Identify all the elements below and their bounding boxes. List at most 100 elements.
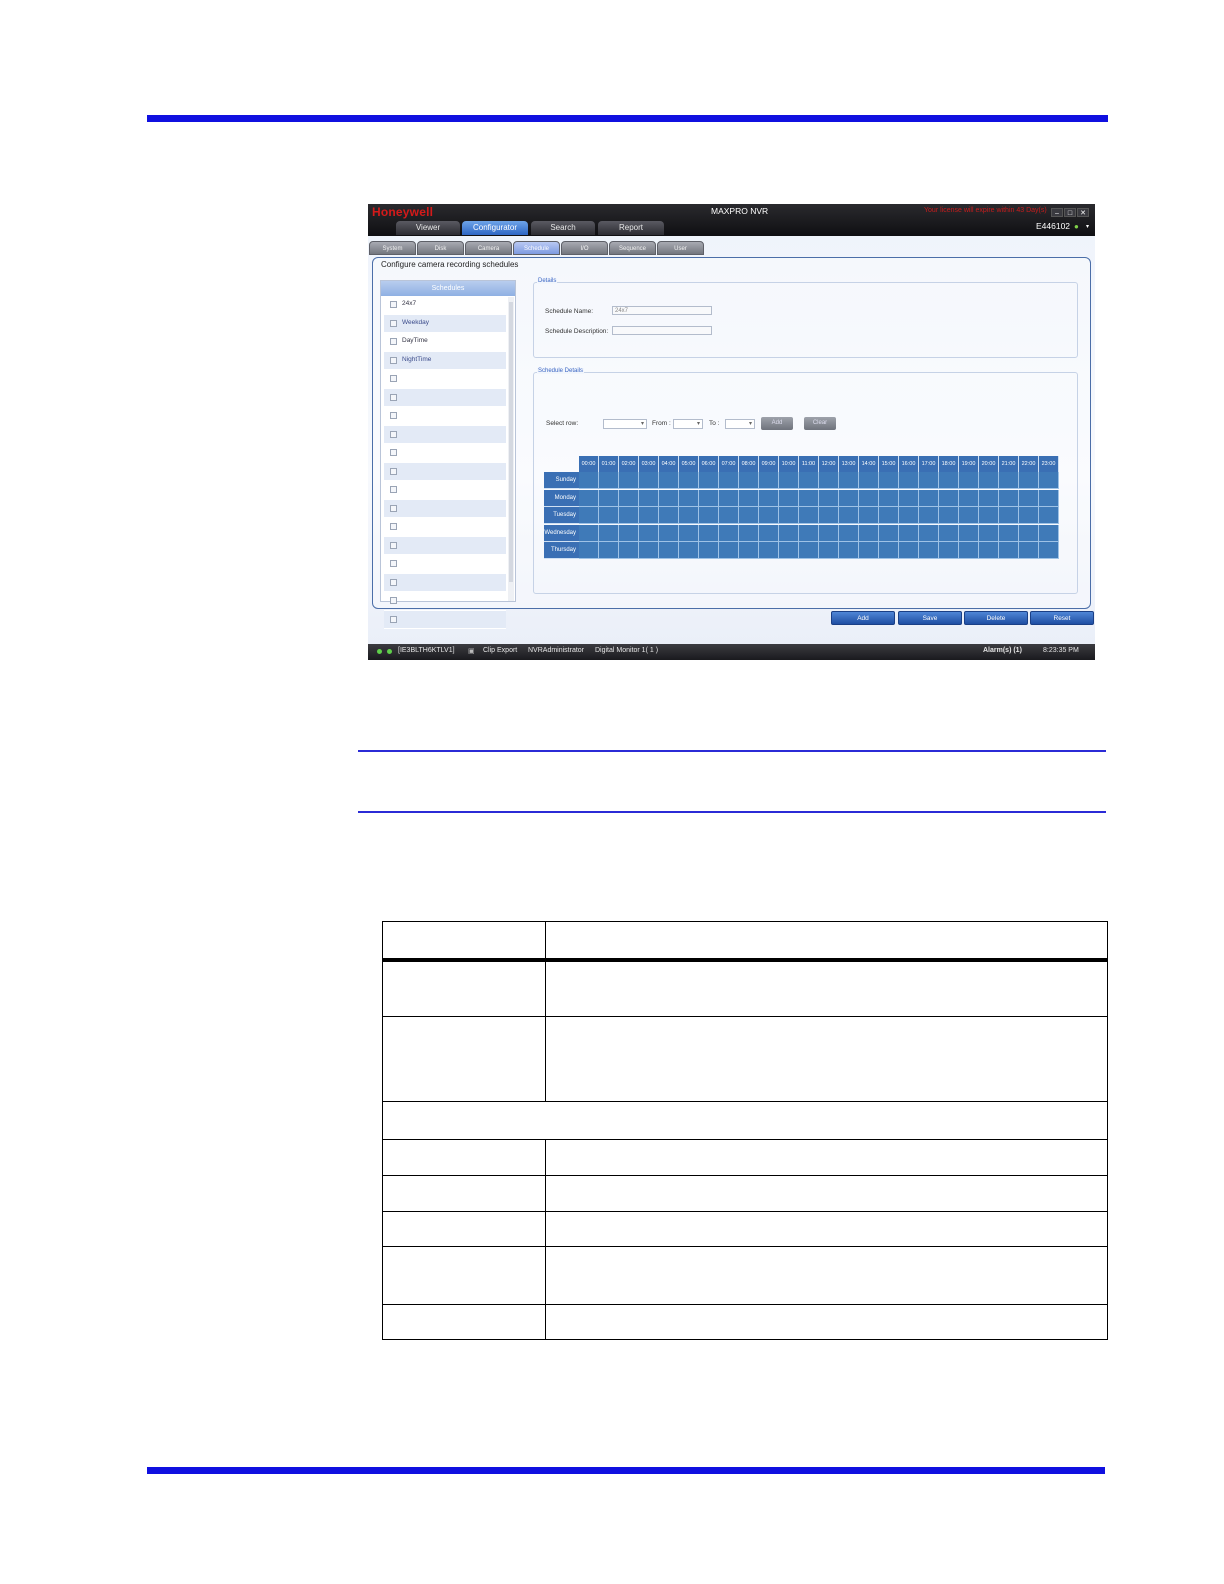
- clip-export-button[interactable]: Clip Export: [483, 647, 517, 654]
- day-label[interactable]: Thursday: [544, 542, 579, 560]
- to-dropdown[interactable]: [725, 419, 755, 429]
- schedule-cell[interactable]: [619, 524, 639, 542]
- schedule-list-item[interactable]: [384, 610, 506, 629]
- schedule-cell[interactable]: [899, 507, 919, 525]
- schedule-cell[interactable]: [1039, 489, 1059, 507]
- schedule-cell[interactable]: [779, 542, 799, 560]
- schedule-cell[interactable]: [1019, 542, 1039, 560]
- schedule-cell[interactable]: [899, 489, 919, 507]
- schedule-checkbox[interactable]: [390, 467, 397, 475]
- schedule-checkbox[interactable]: [390, 615, 397, 623]
- schedule-cell[interactable]: [639, 472, 659, 489]
- schedule-cell[interactable]: [619, 542, 639, 560]
- select-row-dropdown[interactable]: [603, 419, 647, 429]
- schedule-cell[interactable]: [919, 472, 939, 489]
- schedule-cell[interactable]: [679, 489, 699, 507]
- subtab-camera[interactable]: Camera: [465, 241, 512, 255]
- schedule-cell[interactable]: [979, 524, 999, 542]
- schedule-cell[interactable]: [879, 489, 899, 507]
- schedule-cell[interactable]: [1019, 524, 1039, 542]
- schedule-checkbox[interactable]: [390, 393, 397, 401]
- schedule-checkbox[interactable]: [390, 486, 397, 493]
- schedule-cell[interactable]: [759, 472, 779, 489]
- schedule-cell[interactable]: [759, 489, 779, 507]
- schedule-cell[interactable]: [759, 542, 779, 560]
- close-icon[interactable]: ✕: [1077, 208, 1089, 217]
- schedule-cell[interactable]: [819, 524, 839, 542]
- schedule-cell[interactable]: [679, 524, 699, 542]
- schedule-cell[interactable]: [779, 472, 799, 489]
- schedule-list-item[interactable]: 24x7: [384, 296, 506, 315]
- schedule-cell[interactable]: [959, 472, 979, 489]
- alarms-indicator[interactable]: Alarm(s) (1): [983, 647, 1022, 654]
- schedule-checkbox[interactable]: [390, 375, 397, 382]
- schedule-cell[interactable]: [939, 542, 959, 560]
- schedule-cell[interactable]: [859, 524, 879, 542]
- schedule-cell[interactable]: [799, 542, 819, 560]
- schedule-list-item[interactable]: [384, 462, 506, 481]
- subtab-user[interactable]: User: [657, 241, 704, 255]
- tab-viewer[interactable]: Viewer: [396, 221, 460, 235]
- schedule-cell[interactable]: [999, 472, 1019, 489]
- schedule-cell[interactable]: [719, 507, 739, 525]
- from-dropdown[interactable]: [673, 419, 703, 429]
- schedule-cell[interactable]: [899, 472, 919, 489]
- schedule-list-item[interactable]: [384, 499, 506, 518]
- schedule-list-item[interactable]: [384, 388, 506, 407]
- schedule-list-item[interactable]: NightTime: [384, 351, 506, 370]
- day-label[interactable]: Tuesday: [544, 507, 579, 525]
- schedule-cell[interactable]: [819, 472, 839, 489]
- day-label[interactable]: Wednesday: [544, 524, 579, 542]
- schedule-cell[interactable]: [719, 542, 739, 560]
- schedule-cell[interactable]: [879, 472, 899, 489]
- schedule-cell[interactable]: [599, 507, 619, 525]
- schedule-cell[interactable]: [839, 524, 859, 542]
- subtab-disk[interactable]: Disk: [417, 241, 464, 255]
- schedule-cell[interactable]: [579, 507, 599, 525]
- schedule-cell[interactable]: [739, 489, 759, 507]
- add-button[interactable]: Add: [831, 611, 895, 625]
- schedule-checkbox[interactable]: [390, 449, 397, 456]
- schedule-cell[interactable]: [659, 507, 679, 525]
- schedule-checkbox[interactable]: [390, 430, 397, 438]
- schedule-cell[interactable]: [959, 489, 979, 507]
- maximize-icon[interactable]: □: [1064, 208, 1076, 217]
- schedule-cell[interactable]: [999, 542, 1019, 560]
- schedule-cell[interactable]: [979, 472, 999, 489]
- schedule-cell[interactable]: [979, 489, 999, 507]
- schedule-cell[interactable]: [1039, 524, 1059, 542]
- schedule-cell[interactable]: [919, 542, 939, 560]
- schedule-cell[interactable]: [919, 524, 939, 542]
- schedule-cell[interactable]: [1019, 507, 1039, 525]
- schedule-checkbox[interactable]: [390, 560, 397, 567]
- users-icon[interactable]: ●: [1074, 223, 1082, 231]
- schedule-cell[interactable]: [719, 524, 739, 542]
- schedule-cell[interactable]: [999, 489, 1019, 507]
- schedule-cell[interactable]: [679, 472, 699, 489]
- tab-configurator[interactable]: Configurator: [462, 221, 528, 235]
- schedule-cell[interactable]: [979, 507, 999, 525]
- schedule-cell[interactable]: [979, 542, 999, 560]
- schedule-list-item[interactable]: DayTime: [384, 333, 506, 352]
- schedule-list-item[interactable]: [384, 407, 506, 426]
- save-button[interactable]: Save: [898, 611, 962, 625]
- schedule-cell[interactable]: [659, 524, 679, 542]
- schedule-cell[interactable]: [579, 524, 599, 542]
- schedule-cell[interactable]: [1039, 472, 1059, 489]
- schedule-cell[interactable]: [799, 489, 819, 507]
- schedule-cell[interactable]: [719, 472, 739, 489]
- schedule-cell[interactable]: [879, 542, 899, 560]
- schedule-cell[interactable]: [919, 489, 939, 507]
- subtab-schedule[interactable]: Schedule: [513, 241, 560, 255]
- schedule-cell[interactable]: [659, 542, 679, 560]
- schedule-cell[interactable]: [699, 472, 719, 489]
- schedule-cell[interactable]: [819, 542, 839, 560]
- schedule-list-item[interactable]: [384, 444, 506, 463]
- schedule-cell[interactable]: [879, 524, 899, 542]
- schedule-cell[interactable]: [839, 542, 859, 560]
- schedule-cell[interactable]: [839, 472, 859, 489]
- schedule-cell[interactable]: [599, 524, 619, 542]
- tab-search[interactable]: Search: [531, 221, 595, 235]
- schedule-cell[interactable]: [939, 507, 959, 525]
- schedule-cell[interactable]: [1019, 489, 1039, 507]
